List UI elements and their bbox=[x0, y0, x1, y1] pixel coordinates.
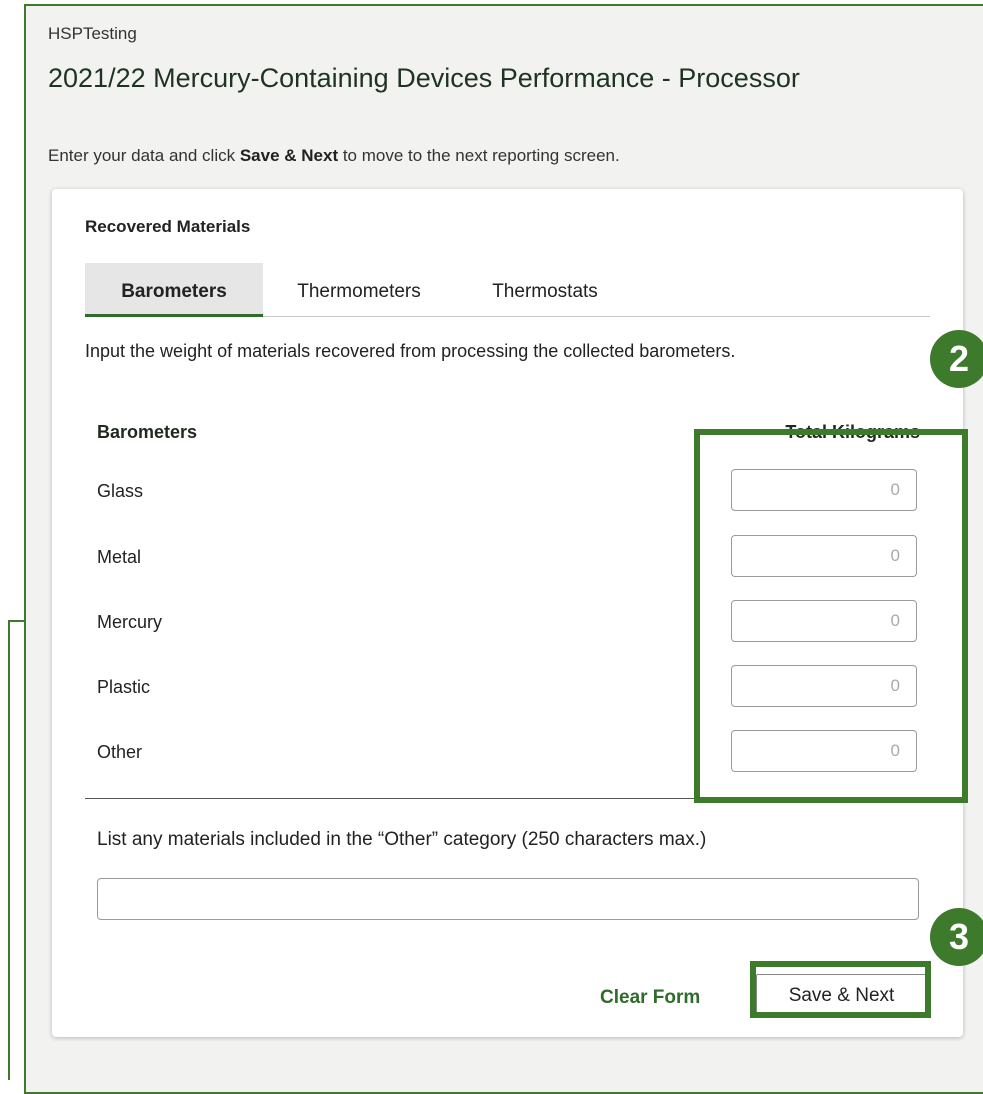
row-label-plastic: Plastic bbox=[97, 677, 151, 697]
tab-bar: Barometers Thermometers Thermostats bbox=[85, 263, 930, 317]
row-label-metal: Metal bbox=[97, 547, 142, 567]
plastic-kg-input[interactable] bbox=[731, 665, 917, 707]
column-header-name: Barometers bbox=[97, 422, 198, 442]
metal-kg-input[interactable] bbox=[731, 535, 917, 577]
glass-kg-input[interactable] bbox=[731, 469, 917, 511]
instructions-bold: Save & Next bbox=[239, 146, 339, 165]
section-title: Recovered Materials bbox=[85, 217, 251, 236]
other-materials-label: List any materials included in the “Othe… bbox=[97, 829, 707, 850]
org-name: HSPTesting bbox=[48, 24, 137, 43]
column-header-total-kg: Total Kilograms bbox=[785, 422, 920, 442]
other-materials-input[interactable] bbox=[97, 878, 919, 920]
clear-form-button[interactable]: Clear Form bbox=[600, 987, 700, 1009]
tab-barometers[interactable]: Barometers bbox=[85, 263, 263, 317]
instructions-prefix: Enter your data and click bbox=[48, 146, 240, 165]
page-title: 2021/22 Mercury-Containing Devices Perfo… bbox=[48, 63, 800, 93]
row-label-mercury: Mercury bbox=[97, 612, 163, 632]
instructions: Enter your data and click Save & Next to… bbox=[48, 146, 620, 166]
callout-2-badge: 2 bbox=[930, 330, 983, 388]
section-divider bbox=[85, 798, 930, 799]
left-frame-border bbox=[8, 620, 26, 1080]
recovered-materials-card: Recovered Materials Barometers Thermomet… bbox=[52, 189, 963, 1037]
row-label-other: Other bbox=[97, 742, 143, 762]
tab-description: Input the weight of materials recovered … bbox=[85, 341, 736, 361]
save-next-button[interactable]: Save & Next bbox=[756, 974, 927, 1018]
other-kg-input[interactable] bbox=[731, 730, 917, 772]
callout-3-badge: 3 bbox=[930, 908, 983, 966]
tab-thermostats[interactable]: Thermostats bbox=[455, 263, 635, 317]
mercury-kg-input[interactable] bbox=[731, 600, 917, 642]
row-label-glass: Glass bbox=[97, 481, 144, 501]
tab-thermometers[interactable]: Thermometers bbox=[263, 263, 455, 317]
instructions-suffix: to move to the next reporting screen. bbox=[338, 146, 620, 165]
